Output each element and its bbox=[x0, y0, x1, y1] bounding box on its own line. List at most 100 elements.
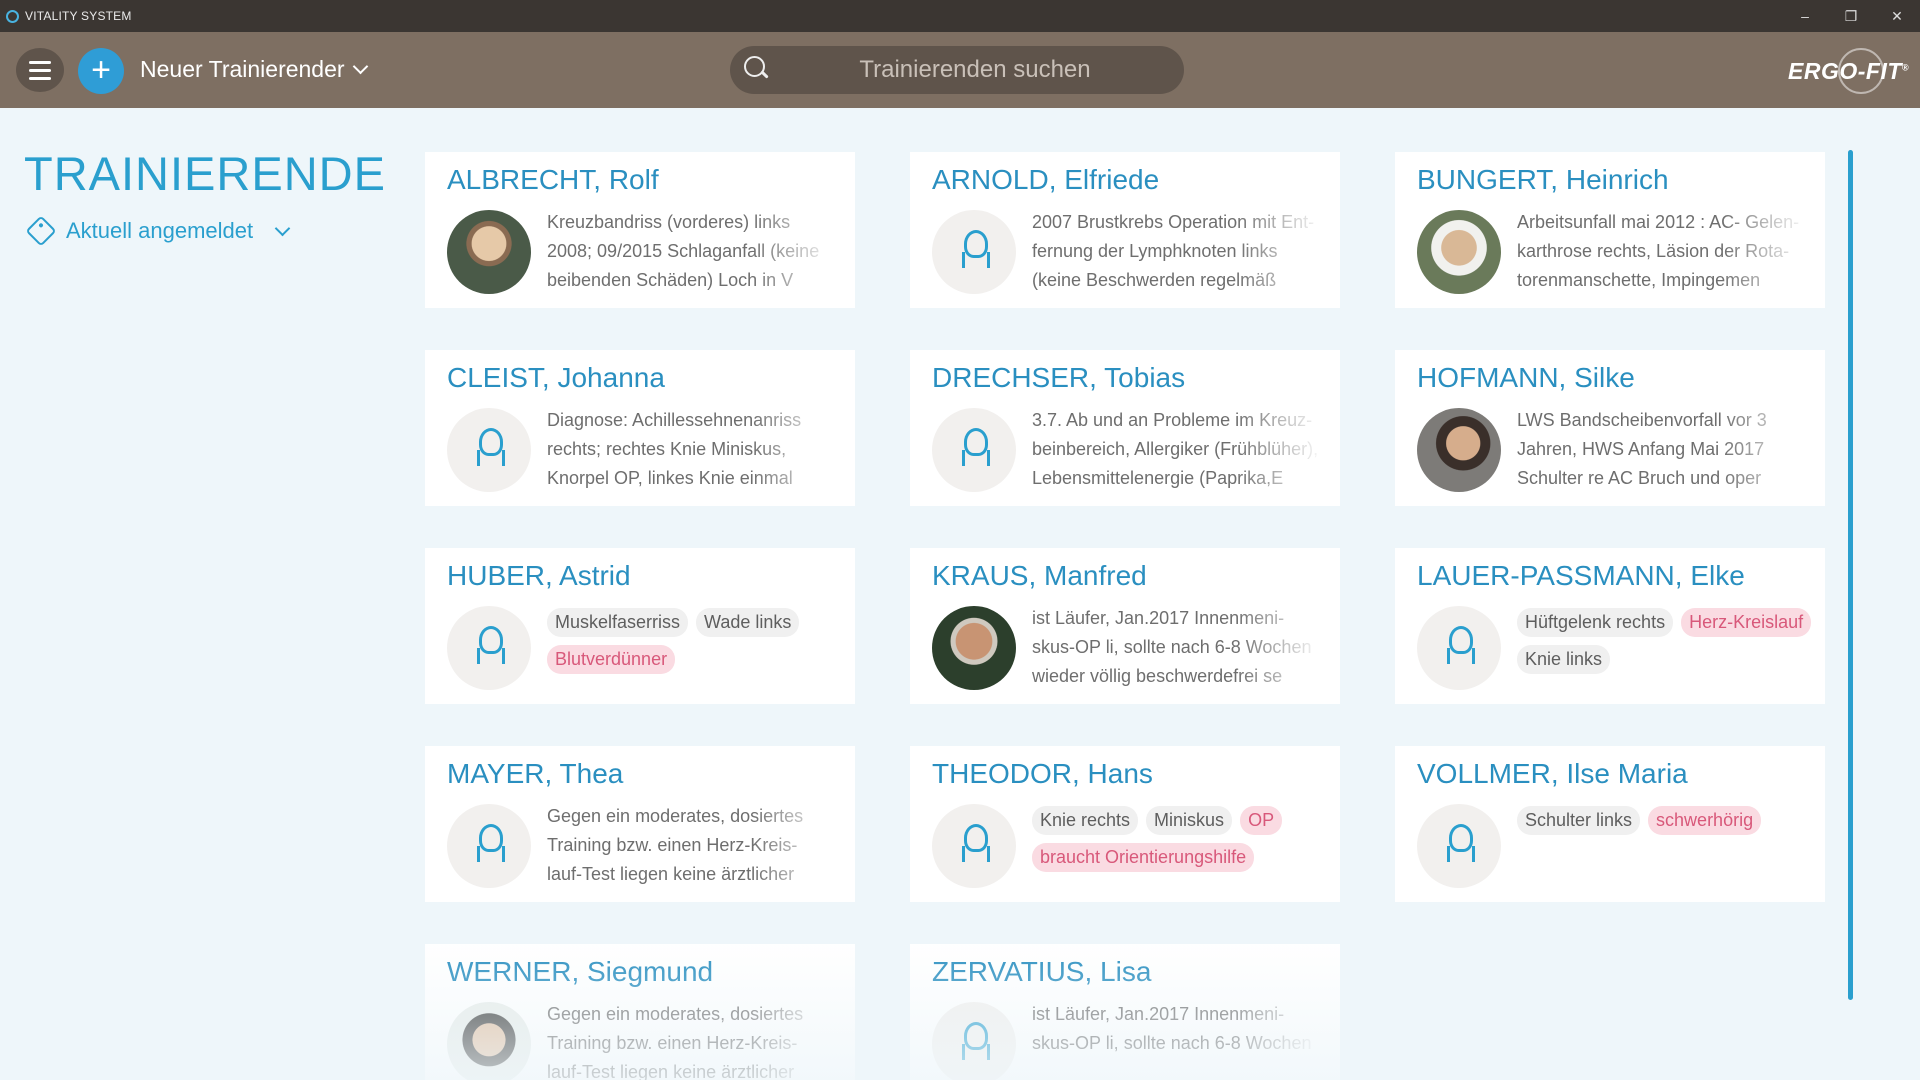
trainee-card[interactable]: ZERVATIUS, Lisa ist Läufer, Jan.2017 Inne… bbox=[910, 944, 1340, 1080]
trainee-notes: Arbeitsunfall mai 2012 : AC- Gelen-karth… bbox=[1517, 208, 1809, 295]
notes-line: 2008; 09/2015 Schlaganfall (keine bbox=[547, 241, 820, 261]
condition-tag: Wade links bbox=[696, 608, 800, 637]
trainee-card[interactable]: HOFMANN, Silke LWS Bandscheibenvorfall vo… bbox=[1395, 350, 1825, 506]
trainee-name: KRAUS, Manfred bbox=[932, 560, 1147, 591]
person-placeholder-icon bbox=[1417, 606, 1501, 690]
trainee-notes: ist Läufer, Jan.2017 Innenmeni-skus-OP l… bbox=[1032, 604, 1324, 691]
trainee-tags: Schulter links schwerhörig bbox=[1517, 806, 1817, 835]
scrollbar[interactable] bbox=[1848, 150, 1853, 1000]
trainee-name: ARNOLD, Elfriede bbox=[932, 164, 1160, 195]
trainee-name: DRECHSER, Tobias bbox=[932, 362, 1186, 393]
window-title: VITALITY SYSTEM bbox=[25, 9, 132, 23]
trainee-card[interactable]: ARNOLD, Elfriede 2007 Brustkrebs Operatio… bbox=[910, 152, 1340, 308]
notes-line: ist Läufer, Jan.2017 Innenmeni- bbox=[1032, 608, 1285, 628]
search-bar bbox=[730, 46, 1184, 94]
warning-tag: braucht Orientierungshilfe bbox=[1032, 843, 1255, 872]
menu-button[interactable] bbox=[16, 48, 64, 92]
minimize-button[interactable]: – bbox=[1782, 0, 1828, 32]
condition-tag: Knie links bbox=[1517, 645, 1611, 674]
notes-line: Jahren, HWS Anfang Mai 2017 bbox=[1517, 439, 1765, 459]
avatar-photo bbox=[447, 1002, 531, 1080]
login-filter-dropdown[interactable]: Aktuell angemeldet bbox=[25, 215, 291, 247]
notes-line: Gegen ein moderates, dosiertes bbox=[547, 1004, 804, 1024]
notes-line: torenmanschette, Impingemen bbox=[1517, 270, 1761, 290]
window-titlebar: VITALITY SYSTEM – ❐ ✕ bbox=[0, 0, 1920, 32]
chevron-down-icon bbox=[352, 58, 368, 75]
notes-line: Diagnose: Achillessehnenanriss bbox=[547, 410, 802, 430]
trainee-card[interactable]: WERNER, Siegmund Gegen ein moderates, dos… bbox=[425, 944, 855, 1080]
trainee-card[interactable]: HUBER, Astrid Muskelfaserriss Wade links Bl… bbox=[425, 548, 855, 704]
notes-line: Training bzw. einen Herz-Kreis- bbox=[547, 835, 798, 855]
new-trainee-dropdown[interactable]: Neuer Trainierender bbox=[140, 56, 368, 83]
person-placeholder-icon bbox=[1417, 804, 1501, 888]
avatar-photo bbox=[1417, 210, 1501, 294]
notes-line: wieder völlig beschwerdefrei se bbox=[1032, 666, 1283, 686]
trainee-card[interactable]: THEODOR, Hans Knie rechts Miniskus OP brauch… bbox=[910, 746, 1340, 902]
search-icon[interactable] bbox=[744, 56, 768, 80]
condition-tag: Miniskus bbox=[1146, 806, 1233, 835]
chevron-down-icon bbox=[274, 220, 291, 236]
search-input[interactable] bbox=[790, 46, 1160, 94]
trainee-tags: Muskelfaserriss Wade links Blutverdünner bbox=[547, 608, 847, 674]
notes-line: rechts; rechtes Knie Miniskus, bbox=[547, 439, 787, 459]
trainee-card[interactable]: ALBRECHT, Rolf Kreuzbandriss (vorderes) l… bbox=[425, 152, 855, 308]
trainee-notes: LWS Bandscheibenvorfall vor 3 Jahren, HWS… bbox=[1517, 406, 1809, 493]
add-trainee-button[interactable]: + bbox=[78, 48, 124, 94]
notes-line: lauf-Test liegen keine ärztlicher bbox=[547, 1062, 795, 1080]
trainee-notes: 2007 Brustkrebs Operation mit Ent-fernun… bbox=[1032, 208, 1324, 295]
condition-tag: Knie rechts bbox=[1032, 806, 1139, 835]
trainee-card[interactable]: CLEIST, Johanna Diagnose: Achillessehnena… bbox=[425, 350, 855, 506]
trainee-card[interactable]: KRAUS, Manfred ist Läufer, Jan.2017 Innen… bbox=[910, 548, 1340, 704]
trainee-notes: Kreuzbandriss (vorderes) links 2008; 09/2… bbox=[547, 208, 839, 295]
trainee-notes: ist Läufer, Jan.2017 Innenmeni-skus-OP l… bbox=[1032, 1000, 1324, 1080]
person-placeholder-icon bbox=[932, 1002, 1016, 1080]
tag-icon bbox=[25, 215, 57, 247]
maximize-button[interactable]: ❐ bbox=[1828, 0, 1874, 32]
warning-tag: schwerhörig bbox=[1648, 806, 1762, 835]
trainee-name: THEODOR, Hans bbox=[932, 758, 1153, 789]
notes-line: (keine Beschwerden regelmäß bbox=[1032, 270, 1277, 290]
person-placeholder-icon bbox=[932, 210, 1016, 294]
avatar-photo bbox=[932, 606, 1016, 690]
trainee-name: BUNGERT, Heinrich bbox=[1417, 164, 1669, 195]
notes-line: beinbereich, Allergiker (Frühblüher), bbox=[1032, 439, 1319, 459]
avatar-photo bbox=[1417, 408, 1501, 492]
page-title: TRAINIERENDE bbox=[24, 147, 386, 200]
app-toolbar: + Neuer Trainierender ERGO-FIT® bbox=[0, 32, 1920, 108]
notes-line: skus-OP li, sollte nach 6-8 Wochen bbox=[1032, 637, 1312, 657]
notes-line: Training bzw. einen Herz-Kreis- bbox=[547, 1033, 798, 1053]
trainee-notes: 3.7. Ab und an Probleme im Kreuz-beinber… bbox=[1032, 406, 1324, 493]
trainee-tags: Hüftgelenk rechts Herz-Kreislauf Knie link… bbox=[1517, 608, 1817, 674]
trainee-name: ZERVATIUS, Lisa bbox=[932, 956, 1152, 987]
notes-line: Schulter re AC Bruch und oper bbox=[1517, 468, 1762, 488]
trainee-name: CLEIST, Johanna bbox=[447, 362, 665, 393]
trainee-name: ALBRECHT, Rolf bbox=[447, 164, 659, 195]
person-placeholder-icon bbox=[447, 804, 531, 888]
close-button[interactable]: ✕ bbox=[1874, 0, 1920, 32]
filter-label: Aktuell angemeldet bbox=[66, 218, 254, 243]
condition-tag: Schulter links bbox=[1517, 806, 1641, 835]
trainee-notes: Diagnose: Achillessehnenanriss rechts; re… bbox=[547, 406, 839, 493]
trainee-name: VOLLMER, Ilse Maria bbox=[1417, 758, 1688, 789]
person-placeholder-icon bbox=[447, 606, 531, 690]
app-icon bbox=[6, 9, 19, 23]
person-placeholder-icon bbox=[932, 804, 1016, 888]
warning-tag: OP bbox=[1240, 806, 1283, 835]
avatar-photo bbox=[447, 210, 531, 294]
notes-line: skus-OP li, sollte nach 6-8 Wochen bbox=[1032, 1033, 1312, 1053]
trainee-notes: Gegen ein moderates, dosiertes Training b… bbox=[547, 802, 839, 889]
trainee-card[interactable]: LAUER-PASSMANN, Elke Hüftgelenk rechts Her… bbox=[1395, 548, 1825, 704]
notes-line: Arbeitsunfall mai 2012 : AC- Gelen- bbox=[1517, 212, 1800, 232]
trainee-tags: Knie rechts Miniskus OP braucht Orientierun… bbox=[1032, 806, 1332, 872]
trainee-card[interactable]: VOLLMER, Ilse Maria Schulter links schwerh… bbox=[1395, 746, 1825, 902]
notes-line: 2007 Brustkrebs Operation mit Ent- bbox=[1032, 212, 1315, 232]
condition-tag: Muskelfaserriss bbox=[547, 608, 689, 637]
notes-line: Knorpel OP, linkes Knie einmal bbox=[547, 468, 793, 488]
trainee-card[interactable]: BUNGERT, Heinrich Arbeitsunfall mai 2012 … bbox=[1395, 152, 1825, 308]
trainee-card[interactable]: MAYER, Thea Gegen ein moderates, dosierte… bbox=[425, 746, 855, 902]
warning-tag: Blutverdünner bbox=[547, 645, 676, 674]
trainee-card[interactable]: DRECHSER, Tobias 3.7. Ab und an Probleme … bbox=[910, 350, 1340, 506]
notes-line: 3.7. Ab und an Probleme im Kreuz- bbox=[1032, 410, 1313, 430]
new-trainee-label: Neuer Trainierender bbox=[140, 56, 345, 82]
notes-line: beibenden Schäden) Loch in V bbox=[547, 270, 794, 290]
